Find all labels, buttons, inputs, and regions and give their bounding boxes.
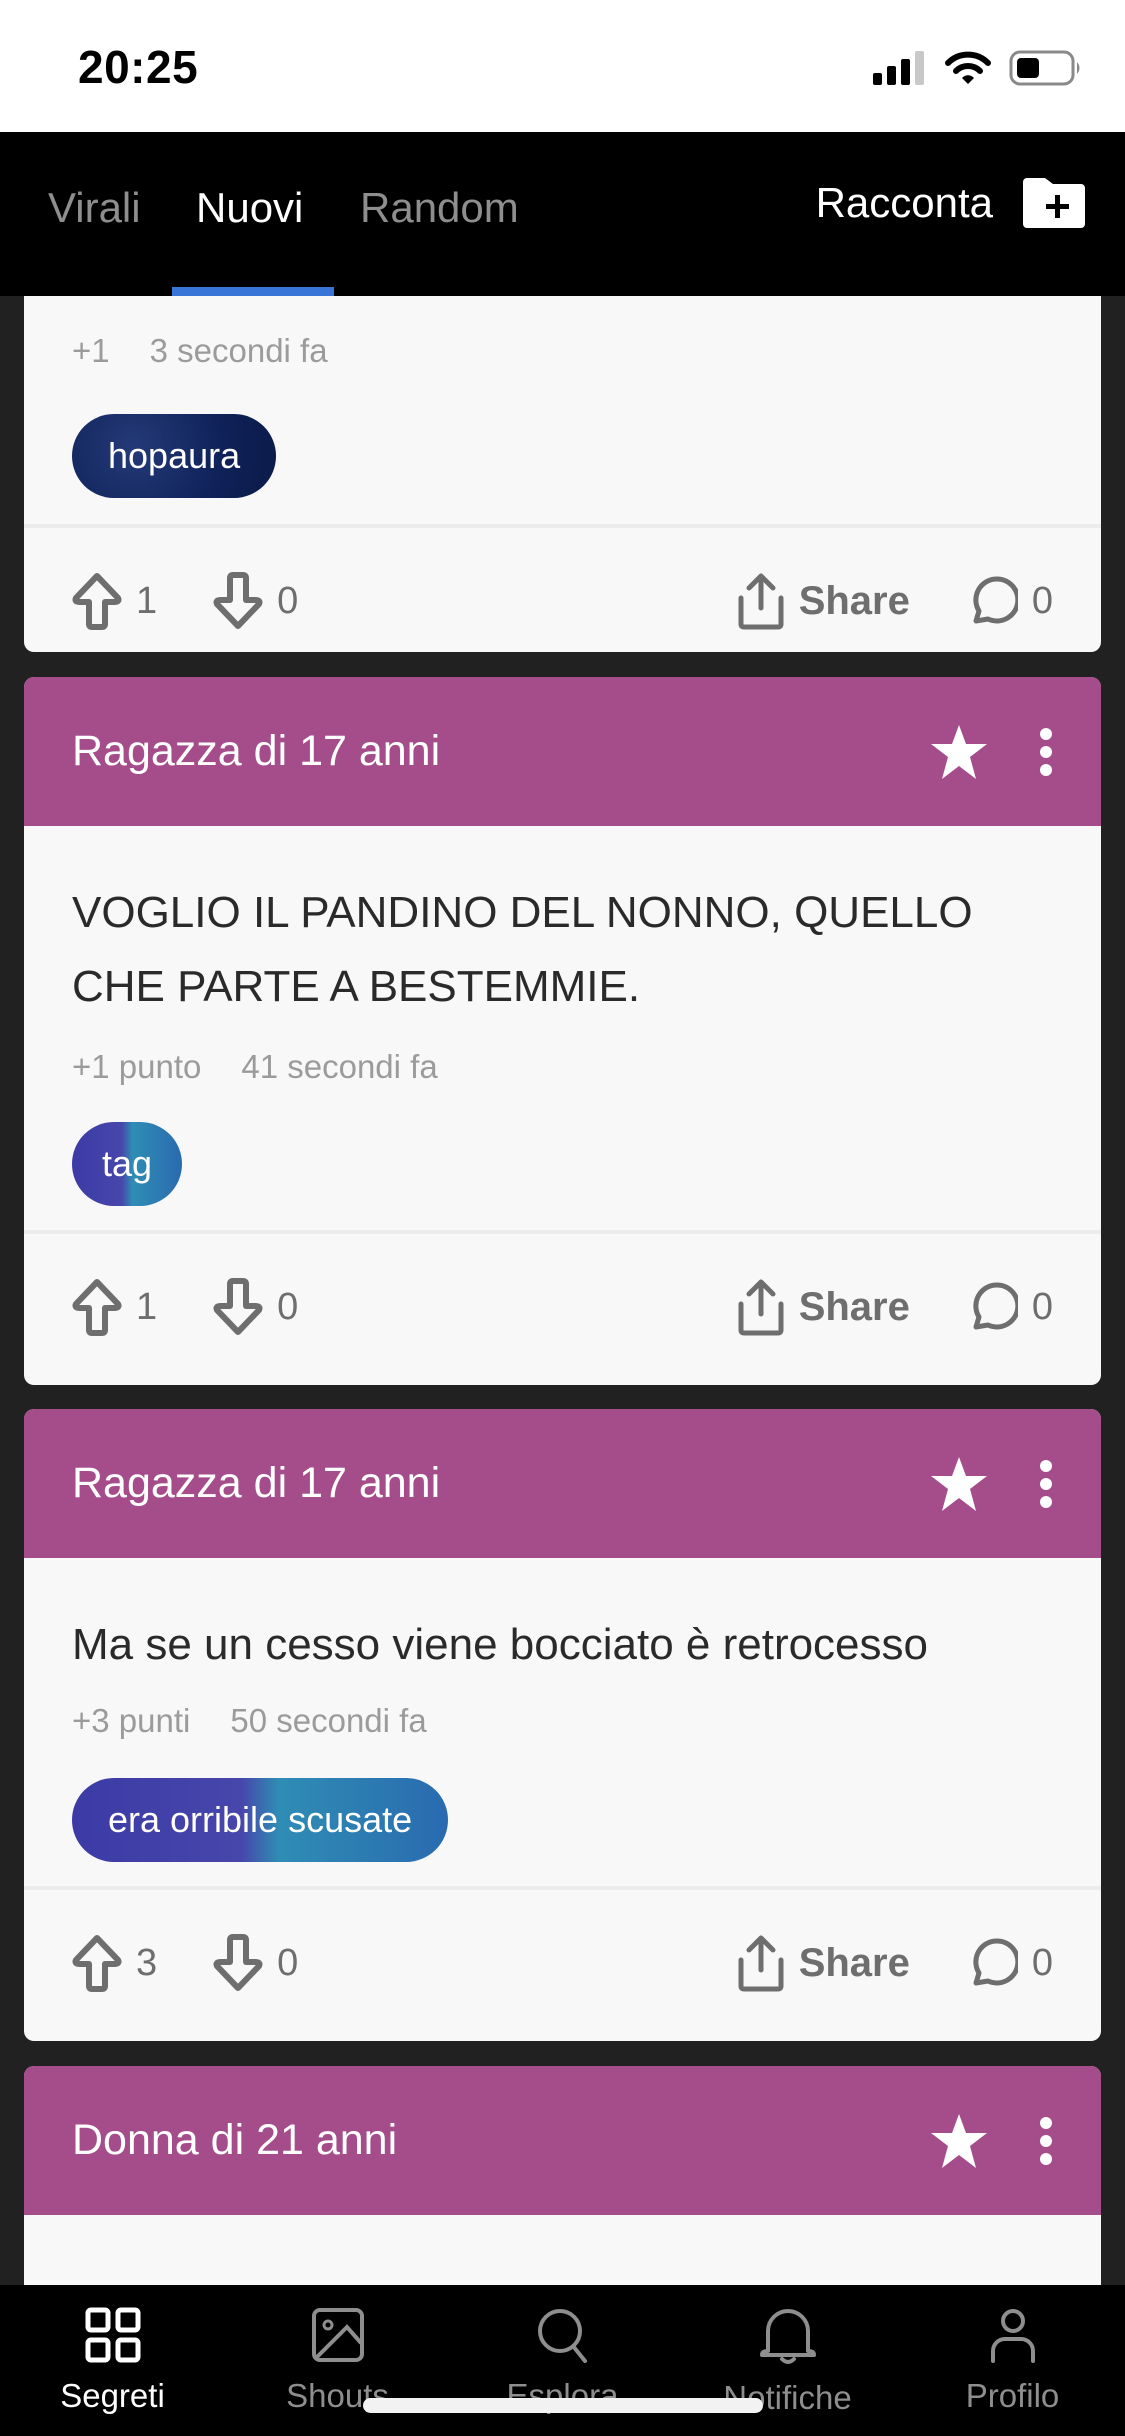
post-points: +1 punto <box>72 1048 202 1085</box>
downvote-arrow-icon <box>213 572 263 629</box>
post-tag[interactable]: era orribile scusate <box>72 1778 449 1862</box>
nav-label: Segreti <box>60 2377 165 2414</box>
wifi-icon <box>945 51 991 84</box>
tab-virali[interactable]: Virali <box>48 184 141 232</box>
nav-segreti[interactable]: Segreti <box>0 2285 225 2436</box>
post-text: VOGLIO IL PANDINO DEL NONNO, QUELLO CHE … <box>72 888 973 1011</box>
share-button[interactable]: Share <box>737 572 910 630</box>
share-label: Share <box>798 578 910 623</box>
star-icon[interactable] <box>929 1455 989 1513</box>
home-indicator[interactable] <box>363 2398 763 2413</box>
racconta-label: Racconta <box>815 179 993 226</box>
status-bar: 20:25 <box>0 0 1125 132</box>
racconta-button[interactable]: Racconta <box>816 178 1085 228</box>
comment-count: 0 <box>1031 579 1053 622</box>
downvote-arrow-icon <box>213 1934 263 1991</box>
post-tag[interactable]: tag <box>72 1122 183 1206</box>
post-card: +1 3 secondi fa hopaura 1 0 Share 0 <box>24 296 1101 652</box>
tab-random[interactable]: Random <box>360 184 519 232</box>
share-button[interactable]: Share <box>737 1278 910 1336</box>
post-card: Ragazza di 17 anni Ma se un cesso viene … <box>24 1409 1101 2041</box>
downvote-count: 0 <box>277 1941 299 1984</box>
upvote-count: 1 <box>136 1285 158 1328</box>
post-actions: 1 0 Share 0 <box>24 1234 1101 1380</box>
share-label: Share <box>798 1284 910 1329</box>
search-icon <box>537 2309 587 2363</box>
share-button[interactable]: Share <box>737 1934 910 1992</box>
downvote-count: 0 <box>277 1285 299 1328</box>
status-icons <box>873 50 1083 86</box>
comments-button[interactable]: 0 <box>966 1937 1053 1989</box>
comments-button[interactable]: 0 <box>966 575 1053 627</box>
status-time: 20:25 <box>78 41 199 93</box>
post-text: Ma se un cesso viene bocciato è retroces… <box>72 1620 929 1669</box>
more-options-icon[interactable] <box>1039 727 1053 777</box>
post-header: Donna di 21 anni <box>24 2066 1101 2215</box>
star-icon[interactable] <box>929 2112 989 2170</box>
bell-icon <box>759 2309 816 2364</box>
post-time: 50 secondi fa <box>230 1702 427 1739</box>
downvote-count: 0 <box>277 579 299 622</box>
post-tag[interactable]: hopaura <box>72 414 277 498</box>
share-icon <box>738 1935 784 1992</box>
share-icon <box>738 1279 784 1336</box>
nav-notifiche[interactable]: Notifiche <box>675 2285 900 2436</box>
upvote-button[interactable]: 1 <box>72 572 157 630</box>
share-label: Share <box>798 1940 910 1985</box>
downvote-button[interactable]: 0 <box>213 1278 298 1336</box>
post-author: Donna di 21 anni <box>72 2116 398 2164</box>
upvote-button[interactable]: 1 <box>72 1278 157 1336</box>
upvote-count: 1 <box>136 579 158 622</box>
downvote-arrow-icon <box>213 1278 263 1335</box>
upvote-arrow-icon <box>72 1935 122 1992</box>
more-options-icon[interactable] <box>1039 2116 1053 2166</box>
person-icon <box>990 2309 1035 2363</box>
post-header: Ragazza di 17 anni <box>24 677 1101 826</box>
new-folder-icon <box>1023 178 1085 228</box>
post-author: Ragazza di 17 anni <box>72 727 441 775</box>
bottom-navigation: Segreti Shouts Esplora Notifiche Profilo <box>0 2285 1125 2436</box>
comment-bubble-icon <box>973 1938 1018 1986</box>
comments-button[interactable]: 0 <box>966 1281 1053 1333</box>
active-tab-indicator <box>172 287 334 296</box>
nav-shouts[interactable]: Shouts <box>225 2285 450 2436</box>
more-options-icon[interactable] <box>1039 1459 1053 1509</box>
upvote-arrow-icon <box>72 1279 122 1336</box>
comment-count: 0 <box>1031 1285 1053 1328</box>
post-actions: 3 0 Share 0 <box>24 1890 1101 2036</box>
post-author: Ragazza di 17 anni <box>72 1459 441 1507</box>
post-card: Donna di 21 anni <box>24 2066 1101 2285</box>
post-meta: +1 3 secondi fa <box>24 332 1101 370</box>
star-icon[interactable] <box>929 723 989 781</box>
share-icon <box>738 573 784 630</box>
grid-icon <box>85 2307 140 2363</box>
post-header: Ragazza di 17 anni <box>24 1409 1101 1558</box>
cellular-signal-icon <box>873 51 924 85</box>
comment-bubble-icon <box>973 1282 1018 1330</box>
post-points: +1 <box>72 332 110 369</box>
post-meta: +1 punto 41 secondi fa <box>24 1048 1101 1086</box>
downvote-button[interactable]: 0 <box>213 572 298 630</box>
post-meta: +3 punti 50 secondi fa <box>24 1702 1101 1740</box>
upvote-button[interactable]: 3 <box>72 1934 157 1992</box>
post-card: Ragazza di 17 anni VOGLIO IL PANDINO DEL… <box>24 677 1101 1385</box>
battery-icon <box>1009 50 1080 86</box>
post-time: 3 secondi fa <box>149 332 328 369</box>
secrets-feed[interactable]: +1 3 secondi fa hopaura 1 0 Share 0 Raga… <box>0 296 1125 2285</box>
post-actions: 1 0 Share 0 <box>24 528 1101 652</box>
image-icon <box>311 2308 364 2362</box>
post-time: 41 secondi fa <box>241 1048 438 1085</box>
nav-label: Profilo <box>965 2377 1060 2414</box>
tab-nuovi[interactable]: Nuovi <box>196 184 303 232</box>
comment-count: 0 <box>1031 1941 1053 1984</box>
nav-profilo[interactable]: Profilo <box>900 2285 1125 2436</box>
nav-esplora[interactable]: Esplora <box>450 2285 675 2436</box>
post-points: +3 punti <box>72 1702 191 1739</box>
upvote-arrow-icon <box>72 573 122 630</box>
downvote-button[interactable]: 0 <box>213 1934 298 1992</box>
comment-bubble-icon <box>973 576 1018 624</box>
upvote-count: 3 <box>136 1941 158 1984</box>
top-tab-bar: Virali Nuovi Random Racconta <box>0 132 1125 296</box>
